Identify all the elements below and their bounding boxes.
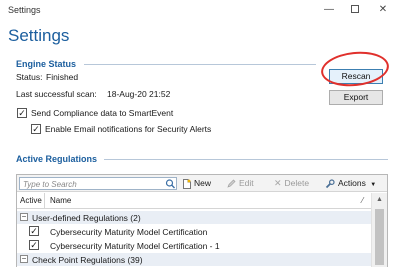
collapse-toggle-icon[interactable]: − xyxy=(20,255,28,263)
regulations-toolbar: New Edit ✕Delete Actions ▼ xyxy=(17,175,387,192)
window-titlebar: Settings — ✕ xyxy=(0,0,400,20)
delete-x-icon: ✕ xyxy=(274,178,282,189)
column-pin-icon[interactable]: ⁄ xyxy=(362,196,363,205)
new-document-icon xyxy=(183,178,191,189)
status-label: Status: xyxy=(16,72,43,82)
email-notifications-label: Enable Email notifications for Security … xyxy=(45,124,212,134)
row-active-checkbox[interactable]: ✓ xyxy=(29,240,39,250)
active-regulations-heading: Active Regulations xyxy=(16,154,98,164)
actions-label: Actions xyxy=(338,178,366,188)
group-row-check-point[interactable]: − Check Point Regulations (39) xyxy=(17,253,371,266)
delete-button[interactable]: ✕ Delete xyxy=(274,177,309,190)
row-name: Cybersecurity Maturity Model Certificati… xyxy=(50,227,208,237)
status-value: Finished xyxy=(46,72,79,82)
group-label: Check Point Regulations (39) xyxy=(32,255,143,265)
column-header-name[interactable]: Name xyxy=(50,196,71,205)
section-divider xyxy=(84,64,316,65)
search-input[interactable] xyxy=(23,179,161,189)
group-row-user-defined[interactable]: − User-defined Regulations (2) xyxy=(17,211,371,224)
edit-button[interactable]: Edit xyxy=(227,177,254,190)
collapse-toggle-icon[interactable]: − xyxy=(20,213,28,221)
grid-header: Active Name ⁄ xyxy=(17,193,371,209)
send-compliance-label: Send Compliance data to SmartEvent xyxy=(31,108,174,118)
column-header-active[interactable]: Active xyxy=(20,196,42,205)
maximize-icon[interactable] xyxy=(342,0,368,20)
chevron-down-icon: ▼ xyxy=(370,182,377,188)
edit-pencil-icon xyxy=(227,179,236,188)
scroll-thumb[interactable] xyxy=(375,209,384,265)
row-name: Cybersecurity Maturity Model Certificati… xyxy=(50,241,220,251)
search-box[interactable] xyxy=(19,177,177,190)
table-row[interactable]: ✓ Cybersecurity Maturity Model Certifica… xyxy=(17,225,371,238)
column-separator[interactable] xyxy=(44,193,45,208)
actions-menu-button[interactable]: Actions ▼ xyxy=(325,177,376,190)
last-scan-value: 18-Aug-20 21:52 xyxy=(107,89,171,99)
search-icon[interactable] xyxy=(165,179,176,189)
export-button[interactable]: Export xyxy=(329,90,383,105)
vertical-scrollbar[interactable]: ▲ xyxy=(371,193,387,267)
last-scan-label: Last successful scan: xyxy=(16,89,97,99)
scroll-up-arrow-icon[interactable]: ▲ xyxy=(372,193,387,207)
new-label: New xyxy=(194,178,212,188)
wrench-icon xyxy=(325,179,335,188)
edit-label: Edit xyxy=(239,178,254,188)
section-divider xyxy=(104,159,388,160)
new-button[interactable]: New xyxy=(183,177,211,190)
delete-label: Delete xyxy=(284,178,310,188)
window-title: Settings xyxy=(8,5,41,15)
minimize-icon[interactable]: — xyxy=(316,0,342,20)
group-label: User-defined Regulations (2) xyxy=(32,213,141,223)
send-compliance-checkbox[interactable]: ✓ xyxy=(17,108,27,118)
row-active-checkbox[interactable]: ✓ xyxy=(29,226,39,236)
table-row[interactable]: ✓ Cybersecurity Maturity Model Certifica… xyxy=(17,239,371,252)
engine-status-heading: Engine Status xyxy=(16,59,77,69)
email-notifications-checkbox[interactable]: ✓ xyxy=(31,124,41,134)
close-icon[interactable]: ✕ xyxy=(370,0,396,20)
page-title: Settings xyxy=(8,26,70,45)
